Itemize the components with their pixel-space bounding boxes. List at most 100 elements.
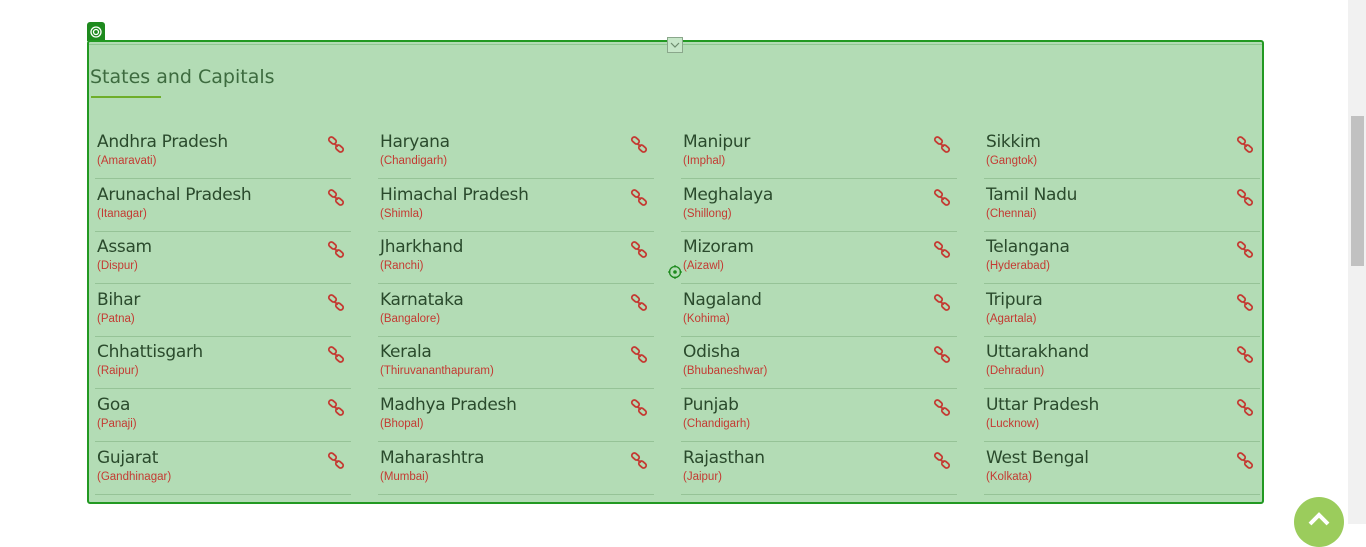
state-item[interactable]: Nagaland (Kohima) xyxy=(681,284,957,337)
link-icon[interactable] xyxy=(630,346,648,364)
state-name[interactable]: Mizoram xyxy=(683,237,754,257)
link-icon[interactable] xyxy=(1236,346,1254,364)
state-name[interactable]: Tamil Nadu xyxy=(986,185,1077,205)
link-icon[interactable] xyxy=(933,293,951,312)
section-edit-handle[interactable] xyxy=(87,22,105,41)
state-name[interactable]: Tripura xyxy=(986,290,1043,310)
state-item[interactable]: Tripura (Agartala) xyxy=(984,284,1260,337)
section-title: States and Capitals xyxy=(90,66,275,88)
state-item[interactable]: Bihar (Patna) xyxy=(95,284,351,337)
link-icon[interactable] xyxy=(327,136,345,154)
link-icon[interactable] xyxy=(1236,293,1254,312)
state-name[interactable]: Uttar Pradesh xyxy=(986,395,1099,415)
state-item[interactable]: Tamil Nadu (Chennai) xyxy=(984,179,1260,232)
link-icon[interactable] xyxy=(630,451,648,470)
state-name[interactable]: Manipur xyxy=(683,132,750,152)
link-icon[interactable] xyxy=(327,188,345,207)
state-item[interactable]: Chhattisgarh (Raipur) xyxy=(95,336,351,390)
link-icon[interactable] xyxy=(630,399,648,417)
link-icon[interactable] xyxy=(327,346,345,364)
state-name[interactable]: Meghalaya xyxy=(683,185,773,205)
state-name[interactable]: Punjab xyxy=(683,395,739,415)
state-item[interactable]: Arunachal Pradesh (Itanagar) xyxy=(95,179,351,232)
state-name[interactable]: Arunachal Pradesh xyxy=(97,185,252,205)
link-icon[interactable] xyxy=(327,293,345,312)
link-icon[interactable] xyxy=(327,399,345,417)
state-name[interactable]: Himachal Pradesh xyxy=(380,185,529,205)
link-icon[interactable] xyxy=(630,241,648,259)
state-item[interactable]: Andhra Pradesh (Amaravati) xyxy=(95,126,351,179)
state-name[interactable]: Karnataka xyxy=(380,290,464,310)
state-name[interactable]: Chhattisgarh xyxy=(97,342,203,362)
link-icon[interactable] xyxy=(630,136,648,154)
state-item[interactable]: Haryana (Chandigarh) xyxy=(378,126,654,179)
state-item[interactable]: Uttarakhand (Dehradun) xyxy=(984,336,1260,390)
state-name[interactable]: Odisha xyxy=(683,342,740,362)
state-name[interactable]: Haryana xyxy=(380,132,450,152)
link-icon[interactable] xyxy=(630,293,648,312)
capital-name: (Kohima) xyxy=(683,312,730,325)
capital-name: (Shillong) xyxy=(683,207,732,220)
state-name[interactable]: Nagaland xyxy=(683,290,762,310)
state-item[interactable]: Karnataka (Bangalore) xyxy=(378,284,654,337)
state-item[interactable]: Himachal Pradesh (Shimla) xyxy=(378,179,654,232)
state-item[interactable]: Telangana (Hyderabad) xyxy=(984,231,1260,285)
state-item[interactable]: Kerala (Thiruvananthapuram) xyxy=(378,336,654,390)
move-target-icon[interactable] xyxy=(668,265,682,279)
state-item[interactable]: Mizoram (Aizawl) xyxy=(681,231,957,285)
state-item[interactable]: Uttar Pradesh (Lucknow) xyxy=(984,389,1260,442)
link-icon[interactable] xyxy=(1236,241,1254,259)
state-item[interactable]: Goa (Panaji) xyxy=(95,389,351,442)
state-name[interactable]: Telangana xyxy=(986,237,1070,257)
state-name[interactable]: Maharashtra xyxy=(380,448,484,468)
capital-name: (Raipur) xyxy=(97,365,139,378)
link-icon[interactable] xyxy=(933,346,951,364)
state-name[interactable]: Jharkhand xyxy=(380,237,463,257)
state-item[interactable]: Punjab (Chandigarh) xyxy=(681,389,957,442)
link-icon[interactable] xyxy=(630,188,648,207)
state-name[interactable]: Uttarakhand xyxy=(986,342,1089,362)
link-icon[interactable] xyxy=(1236,188,1254,207)
state-name[interactable]: Gujarat xyxy=(97,448,158,468)
link-icon[interactable] xyxy=(1236,136,1254,154)
state-item[interactable]: Sikkim (Gangtok) xyxy=(984,126,1260,179)
state-name[interactable]: Rajasthan xyxy=(683,448,765,468)
capital-name: (Shimla) xyxy=(380,207,423,220)
state-item[interactable]: Assam (Dispur) xyxy=(95,231,351,285)
state-name[interactable]: Goa xyxy=(97,395,130,415)
link-icon[interactable] xyxy=(933,451,951,470)
state-name[interactable]: Bihar xyxy=(97,290,140,310)
back-to-top-button[interactable] xyxy=(1294,497,1344,547)
link-icon[interactable] xyxy=(933,136,951,154)
state-item[interactable]: Odisha (Bhubaneshwar) xyxy=(681,336,957,390)
link-icon[interactable] xyxy=(1236,399,1254,417)
collapse-button[interactable] xyxy=(667,37,683,53)
state-name[interactable]: Madhya Pradesh xyxy=(380,395,517,415)
capital-name: (Gangtok) xyxy=(986,155,1038,167)
state-name[interactable]: Kerala xyxy=(380,342,432,362)
state-item[interactable]: West Bengal (Kolkata) xyxy=(984,442,1260,495)
link-icon[interactable] xyxy=(933,241,951,259)
capital-name: (Thiruvananthapuram) xyxy=(380,365,494,378)
link-icon[interactable] xyxy=(327,241,345,259)
state-name[interactable]: Assam xyxy=(97,237,152,257)
link-icon[interactable] xyxy=(933,399,951,417)
capital-name: (Lucknow) xyxy=(986,418,1040,430)
state-item[interactable]: Gujarat (Gandhinagar) xyxy=(95,442,351,495)
capital-name: (Jaipur) xyxy=(683,470,722,483)
link-icon[interactable] xyxy=(327,451,345,470)
state-name[interactable]: Andhra Pradesh xyxy=(97,132,228,152)
state-item[interactable]: Madhya Pradesh (Bhopal) xyxy=(378,389,654,442)
link-icon[interactable] xyxy=(933,188,951,207)
state-item[interactable]: Meghalaya (Shillong) xyxy=(681,179,957,232)
state-item[interactable]: Rajasthan (Jaipur) xyxy=(681,442,957,495)
capital-name: (Imphal) xyxy=(683,155,726,167)
state-item[interactable]: Manipur (Imphal) xyxy=(681,126,957,179)
scrollbar-thumb[interactable] xyxy=(1351,116,1364,266)
state-name[interactable]: Sikkim xyxy=(986,132,1041,152)
state-item[interactable]: Maharashtra (Mumbai) xyxy=(378,442,654,495)
state-item[interactable]: Jharkhand (Ranchi) xyxy=(378,231,654,285)
link-icon[interactable] xyxy=(1236,451,1254,470)
state-name[interactable]: West Bengal xyxy=(986,448,1089,468)
capital-name: (Dispur) xyxy=(97,260,138,273)
